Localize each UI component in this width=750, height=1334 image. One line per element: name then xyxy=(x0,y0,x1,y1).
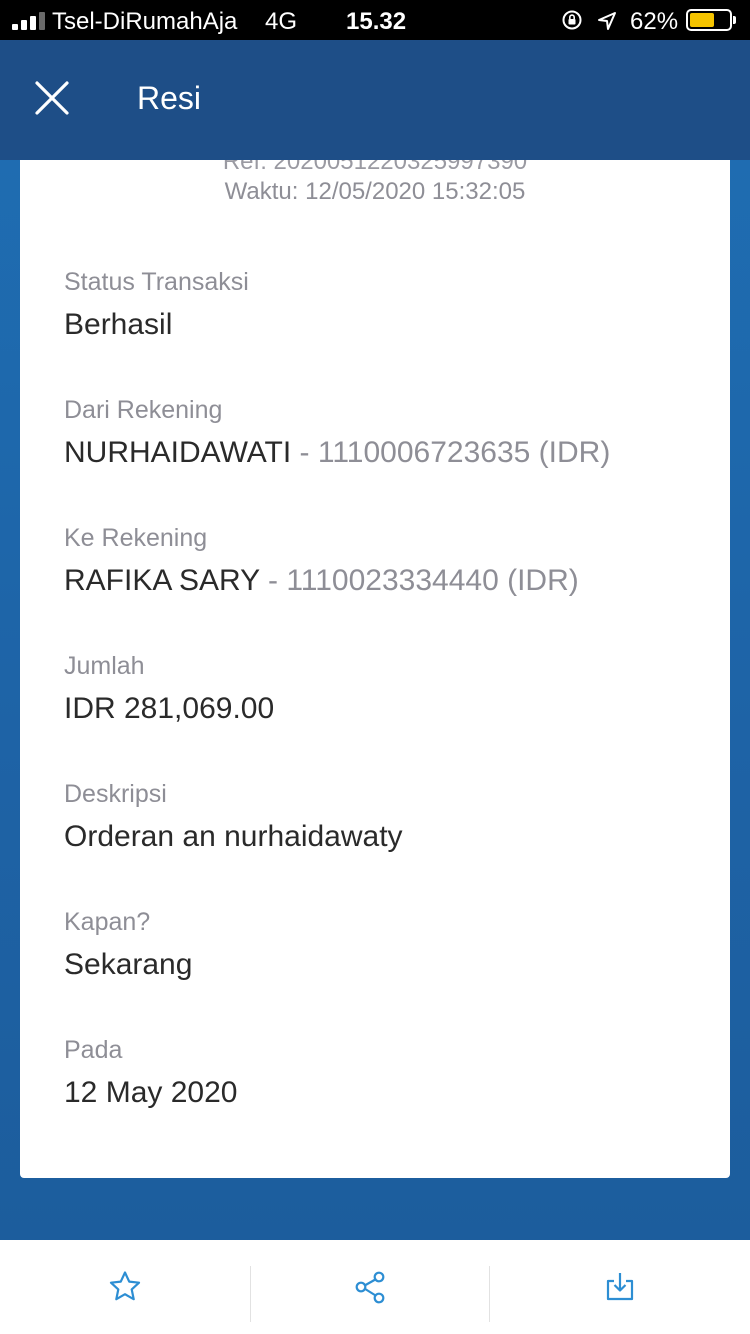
from-account-label: Dari Rekening xyxy=(64,396,223,424)
description-value: Orderan an nurhaidawaty xyxy=(64,820,403,853)
location-arrow-icon xyxy=(598,12,616,30)
date-value: 12 May 2020 xyxy=(64,1076,238,1109)
status-value: Berhasil xyxy=(64,308,173,341)
to-account-number: - 1110023334440 (IDR) xyxy=(259,564,579,597)
to-account-value: RAFIKA SARY - 1110023334440 (IDR) xyxy=(64,564,579,598)
bottom-toolbar xyxy=(0,1240,750,1334)
battery-percent: 62% xyxy=(630,8,679,35)
receipt-card: Ref: 2020051220325997390 Waktu: 12/05/20… xyxy=(20,160,730,1178)
status-time: 15.32 xyxy=(346,8,407,35)
share-button[interactable] xyxy=(251,1240,489,1334)
amount-label: Jumlah xyxy=(64,652,145,680)
share-icon xyxy=(355,1271,385,1304)
close-button[interactable] xyxy=(22,68,82,128)
transaction-time: Waktu: 12/05/2020 15:32:05 xyxy=(224,178,526,205)
star-icon xyxy=(109,1271,141,1301)
page-title: Resi xyxy=(137,80,202,116)
battery-level xyxy=(690,13,714,27)
reference-number: Ref: 2020051220325997390 xyxy=(222,160,528,175)
favorite-button[interactable] xyxy=(0,1240,250,1334)
download-button[interactable] xyxy=(490,1240,750,1334)
date-label: Pada xyxy=(64,1036,123,1064)
when-value: Sekarang xyxy=(64,948,193,981)
from-account-value: NURHAIDAWATI - 1110006723635 (IDR) xyxy=(64,436,610,470)
when-label: Kapan? xyxy=(64,908,151,936)
to-account-label: Ke Rekening xyxy=(64,524,208,552)
from-account-number: - 1110006723635 (IDR) xyxy=(291,436,611,469)
close-icon xyxy=(35,81,69,115)
download-icon xyxy=(606,1273,634,1301)
app-header: Resi xyxy=(0,40,750,160)
description-label: Deskripsi xyxy=(64,780,167,808)
network-type: 4G xyxy=(265,8,298,35)
carrier-name: Tsel-DiRumahAja xyxy=(52,8,238,35)
to-account-name: RAFIKA SARY xyxy=(64,564,260,597)
status-label: Status Transaksi xyxy=(64,268,249,296)
battery-icon xyxy=(686,9,736,31)
signal-strength-icon xyxy=(12,12,45,30)
amount-value: IDR 281,069.00 xyxy=(64,692,275,725)
from-account-name: NURHAIDAWATI xyxy=(64,436,292,469)
rotation-lock-icon xyxy=(562,10,582,30)
status-bar: Tsel-DiRumahAja 4G 15.32 62% xyxy=(0,0,750,40)
